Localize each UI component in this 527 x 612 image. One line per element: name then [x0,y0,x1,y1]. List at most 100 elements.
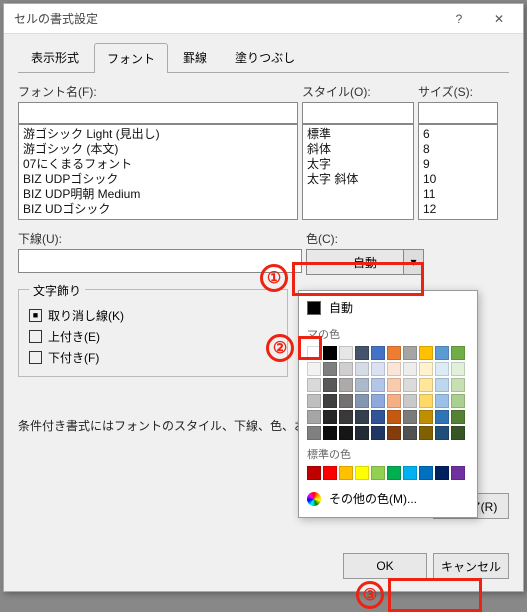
superscript-checkbox[interactable] [29,330,42,343]
color-swatch[interactable] [307,378,321,392]
list-item[interactable]: 11 [423,187,493,202]
subscript-checkbox[interactable] [29,351,42,364]
style-list[interactable]: 標準 斜体 太字 太字 斜体 [302,124,414,220]
font-name-list[interactable]: 游ゴシック Light (見出し) 游ゴシック (本文) 07にくまるフォント … [18,124,298,220]
list-item[interactable]: 標準 [307,127,409,142]
color-swatch[interactable] [451,394,465,408]
color-swatch[interactable] [371,346,385,360]
color-swatch[interactable] [451,410,465,424]
list-item[interactable]: 游ゴシック Light (見出し) [23,127,293,142]
color-swatch[interactable] [371,410,385,424]
color-swatch[interactable] [435,378,449,392]
tab-border[interactable]: 罫線 [170,42,220,72]
color-swatch[interactable] [451,426,465,440]
color-swatch[interactable] [387,394,401,408]
size-list[interactable]: 6 8 9 10 11 12 [418,124,498,220]
color-swatch[interactable] [387,426,401,440]
color-swatch[interactable] [307,426,321,440]
list-item[interactable]: 8 [423,142,493,157]
color-auto-row[interactable]: 自動 [305,295,471,320]
color-swatch[interactable] [403,466,417,480]
color-swatch[interactable] [371,426,385,440]
color-swatch[interactable] [323,378,337,392]
color-swatch[interactable] [339,346,353,360]
color-swatch[interactable] [387,378,401,392]
color-swatch[interactable] [323,410,337,424]
color-swatch[interactable] [435,410,449,424]
cancel-button[interactable]: キャンセル [433,553,509,579]
color-swatch[interactable] [355,426,369,440]
other-colors-row[interactable]: その他の色(M)... [305,488,471,509]
color-swatch[interactable] [323,362,337,376]
color-swatch[interactable] [435,394,449,408]
color-swatch[interactable] [355,378,369,392]
color-swatch[interactable] [419,346,433,360]
color-swatch[interactable] [387,346,401,360]
list-item[interactable]: 12 [423,202,493,217]
color-swatch[interactable] [307,362,321,376]
color-swatch[interactable] [435,362,449,376]
color-swatch[interactable] [451,346,465,360]
color-swatch[interactable] [403,346,417,360]
list-item[interactable]: 游ゴシック (本文) [23,142,293,157]
list-item[interactable]: 太字 [307,157,409,172]
color-swatch[interactable] [355,394,369,408]
color-swatch[interactable] [387,466,401,480]
list-item[interactable]: 太字 斜体 [307,172,409,187]
tab-font[interactable]: フォント [94,43,168,73]
list-item[interactable]: BIZ UDPゴシック [23,172,293,187]
list-item[interactable]: 10 [423,172,493,187]
color-swatch[interactable] [339,426,353,440]
list-item[interactable]: 斜体 [307,142,409,157]
underline-select[interactable] [18,249,302,273]
color-swatch[interactable] [419,466,433,480]
color-swatch[interactable] [339,378,353,392]
color-swatch[interactable] [323,426,337,440]
color-swatch[interactable] [403,426,417,440]
color-swatch[interactable] [371,378,385,392]
color-swatch[interactable] [355,362,369,376]
color-swatch[interactable] [419,378,433,392]
list-item[interactable]: BIZ UDP明朝 Medium [23,187,293,202]
close-button[interactable]: ✕ [479,5,519,33]
color-swatch[interactable] [451,362,465,376]
help-button[interactable]: ? [439,5,479,33]
list-item[interactable]: 6 [423,127,493,142]
color-swatch[interactable] [307,394,321,408]
color-swatch[interactable] [419,426,433,440]
list-item[interactable]: 9 [423,157,493,172]
color-swatch[interactable] [403,378,417,392]
color-swatch[interactable] [323,466,337,480]
color-swatch[interactable] [403,410,417,424]
color-swatch[interactable] [435,426,449,440]
color-swatch[interactable] [339,466,353,480]
color-swatch[interactable] [323,346,337,360]
color-swatch[interactable] [339,362,353,376]
color-swatch[interactable] [371,466,385,480]
color-swatch[interactable] [355,346,369,360]
color-swatch[interactable] [339,394,353,408]
color-swatch[interactable] [355,466,369,480]
color-swatch[interactable] [451,378,465,392]
tab-number[interactable]: 表示形式 [18,42,92,72]
color-swatch[interactable] [451,466,465,480]
color-swatch[interactable] [419,410,433,424]
color-swatch[interactable] [371,362,385,376]
color-swatch[interactable] [307,410,321,424]
list-item[interactable]: BIZ UDゴシック [23,202,293,217]
size-input[interactable] [418,102,498,124]
font-name-input[interactable] [18,102,298,124]
color-swatch[interactable] [403,394,417,408]
color-swatch[interactable] [387,410,401,424]
list-item[interactable]: 07にくまるフォント [23,157,293,172]
color-swatch[interactable] [371,394,385,408]
color-swatch[interactable] [403,362,417,376]
color-swatch[interactable] [419,362,433,376]
color-swatch[interactable] [435,466,449,480]
color-swatch[interactable] [419,394,433,408]
ok-button[interactable]: OK [343,553,427,579]
color-swatch[interactable] [323,394,337,408]
tab-fill[interactable]: 塗りつぶし [222,42,308,72]
color-swatch[interactable] [307,466,321,480]
color-swatch[interactable] [435,346,449,360]
